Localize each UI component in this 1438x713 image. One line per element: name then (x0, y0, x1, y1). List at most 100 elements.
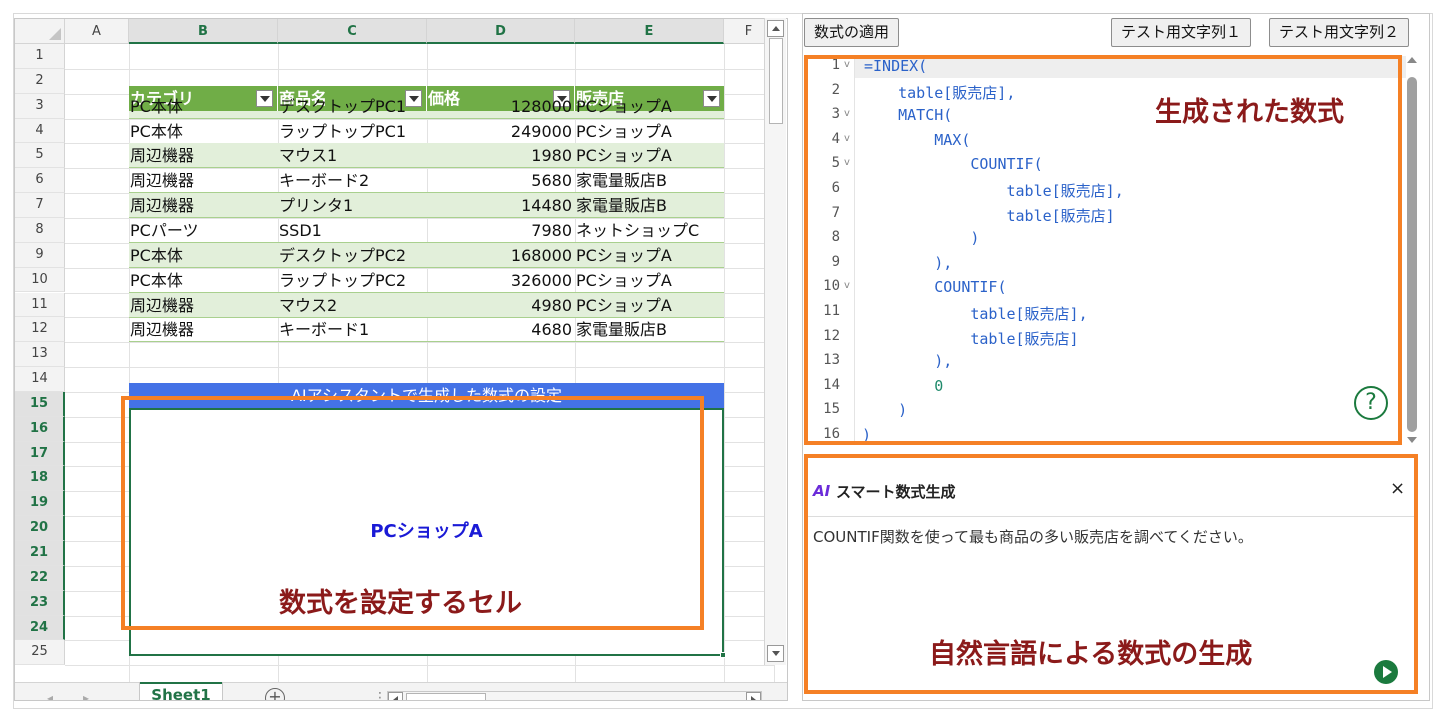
cell-price[interactable]: 7980 (427, 218, 575, 243)
row-header-2[interactable]: 2 (15, 68, 65, 94)
row-header-15[interactable]: 15 (15, 391, 65, 417)
cell-category[interactable]: PC本体 (129, 243, 278, 268)
cell-store[interactable]: 家電量販店B (575, 193, 724, 218)
cell-category[interactable]: 周辺機器 (129, 143, 278, 168)
add-sheet-icon[interactable]: + (265, 688, 285, 700)
editor-scroll-up-icon[interactable] (1407, 57, 1417, 63)
next-sheet-icon[interactable]: ▸ (83, 691, 89, 700)
row-header-20[interactable]: 20 (15, 516, 65, 541)
cell-price[interactable]: 4980 (427, 293, 575, 318)
cell-category[interactable]: 周辺機器 (129, 193, 278, 218)
cell-store[interactable]: PCショップA (575, 143, 724, 168)
test-string-1-button[interactable]: テスト用文字列１ (1111, 18, 1252, 47)
cell-product[interactable]: SSD1 (278, 218, 427, 243)
row-header-11[interactable]: 11 (15, 292, 65, 318)
horizontal-scroll-thumb[interactable] (406, 693, 486, 700)
gridline (65, 367, 774, 369)
cell-price[interactable]: 249000 (427, 119, 575, 144)
annotation-cell-label: 数式を設定するセル (279, 588, 522, 619)
apply-formula-button[interactable]: 数式の適用 (804, 18, 900, 47)
cell-product[interactable]: プリンタ1 (278, 193, 427, 218)
annotation-formula-label: 生成された数式 (1155, 97, 1344, 128)
fill-handle[interactable] (720, 652, 726, 658)
cell-store[interactable]: ネットショップC (575, 218, 724, 243)
gridline (65, 68, 774, 70)
scroll-left-icon[interactable] (388, 692, 403, 700)
cell-price[interactable]: 14480 (427, 193, 575, 218)
sheet-tab-sheet1[interactable]: Sheet1 (139, 682, 223, 700)
row-header-12[interactable]: 12 (15, 317, 65, 343)
row-header-7[interactable]: 7 (15, 193, 65, 218)
cell-price[interactable]: 1980 (427, 143, 575, 168)
cell-category[interactable]: PC本体 (129, 268, 278, 293)
cell-store[interactable]: 家電量販店B (575, 168, 724, 193)
vertical-scrollbar[interactable] (764, 18, 786, 665)
cell-price[interactable]: 326000 (427, 268, 575, 293)
test-string-2-button[interactable]: テスト用文字列２ (1269, 18, 1410, 47)
row-header-1[interactable]: 1 (15, 44, 65, 69)
sheet-tab-bar: ◂ ▸ Sheet1 + ⋮ (15, 682, 787, 700)
cell-product[interactable]: キーボード1 (278, 317, 427, 342)
column-header-e[interactable]: E (575, 19, 724, 44)
column-header-d[interactable]: D (427, 19, 575, 44)
cell-product[interactable]: キーボード2 (278, 168, 427, 193)
scroll-right-icon[interactable] (746, 692, 761, 700)
editor-scroll-down-icon[interactable] (1407, 437, 1417, 443)
cell-category[interactable]: PC本体 (129, 94, 278, 119)
editor-scroll-thumb[interactable] (1407, 77, 1417, 432)
row-header-21[interactable]: 21 (15, 541, 65, 566)
row-header-16[interactable]: 16 (15, 416, 65, 442)
horizontal-scrollbar[interactable] (387, 691, 762, 700)
row-header-17[interactable]: 17 (15, 441, 65, 467)
cell-price[interactable]: 5680 (427, 168, 575, 193)
row-header-23[interactable]: 23 (15, 590, 65, 616)
row-header-8[interactable]: 8 (15, 217, 65, 243)
row-header-24[interactable]: 24 (15, 615, 65, 641)
spreadsheet[interactable]: A B C D E F 1 2 3 4 5 6 7 8 9 10 11 12 13 14 15 16 17 18 1… (14, 18, 788, 701)
cell-category[interactable]: 周辺機器 (129, 317, 278, 342)
cell-store[interactable]: PCショップA (575, 243, 724, 268)
row-header-6[interactable]: 6 (15, 168, 65, 194)
row-header-4[interactable]: 4 (15, 118, 65, 144)
cell-price[interactable]: 168000 (427, 243, 575, 268)
row-header-22[interactable]: 22 (15, 565, 65, 591)
column-header-a[interactable]: A (65, 19, 129, 44)
editor-scrollbar[interactable] (1405, 57, 1419, 445)
row-header-10[interactable]: 10 (15, 267, 65, 293)
cell-store[interactable]: PCショップA (575, 119, 724, 144)
cell-product[interactable]: マウス1 (278, 143, 427, 168)
tab-splitter-icon[interactable]: ⋮ (373, 690, 387, 700)
cell-store[interactable]: PCショップA (575, 293, 724, 318)
row-header-5[interactable]: 5 (15, 143, 65, 169)
row-header-18[interactable]: 18 (15, 466, 65, 492)
row-header-25[interactable]: 25 (15, 640, 65, 666)
cell-store[interactable]: PCショップA (575, 94, 724, 119)
scroll-up-icon[interactable] (767, 20, 784, 37)
cell-product[interactable]: デスクトップPC1 (278, 94, 427, 119)
row-header-14[interactable]: 14 (15, 367, 65, 392)
cell-category[interactable]: 周辺機器 (129, 168, 278, 193)
column-header-b[interactable]: B (129, 19, 278, 44)
cell-category[interactable]: 周辺機器 (129, 293, 278, 318)
row-header-19[interactable]: 19 (15, 491, 65, 517)
prev-sheet-icon[interactable]: ◂ (47, 691, 53, 700)
cell-product[interactable]: マウス2 (278, 293, 427, 318)
cell-product[interactable]: ラップトップPC2 (278, 268, 427, 293)
cell-category[interactable]: PCパーツ (129, 218, 278, 243)
row-header-9[interactable]: 9 (15, 242, 65, 268)
help-icon[interactable]: ? (1354, 386, 1388, 420)
select-all-corner[interactable] (15, 19, 65, 44)
cell-store[interactable]: PCショップA (575, 268, 724, 293)
cell-price[interactable]: 4680 (427, 317, 575, 342)
column-header-c[interactable]: C (278, 19, 427, 44)
cell-store[interactable]: 家電量販店B (575, 317, 724, 342)
cell-product[interactable]: デスクトップPC2 (278, 243, 427, 268)
cell-category[interactable]: PC本体 (129, 119, 278, 144)
vertical-scroll-thumb[interactable] (769, 38, 783, 124)
scroll-down-icon[interactable] (767, 645, 784, 662)
cell-product[interactable]: ラップトップPC1 (278, 119, 427, 144)
cell-price[interactable]: 128000 (427, 94, 575, 119)
row-header-13[interactable]: 13 (15, 342, 65, 368)
gridline (65, 665, 774, 667)
row-header-3[interactable]: 3 (15, 93, 65, 119)
